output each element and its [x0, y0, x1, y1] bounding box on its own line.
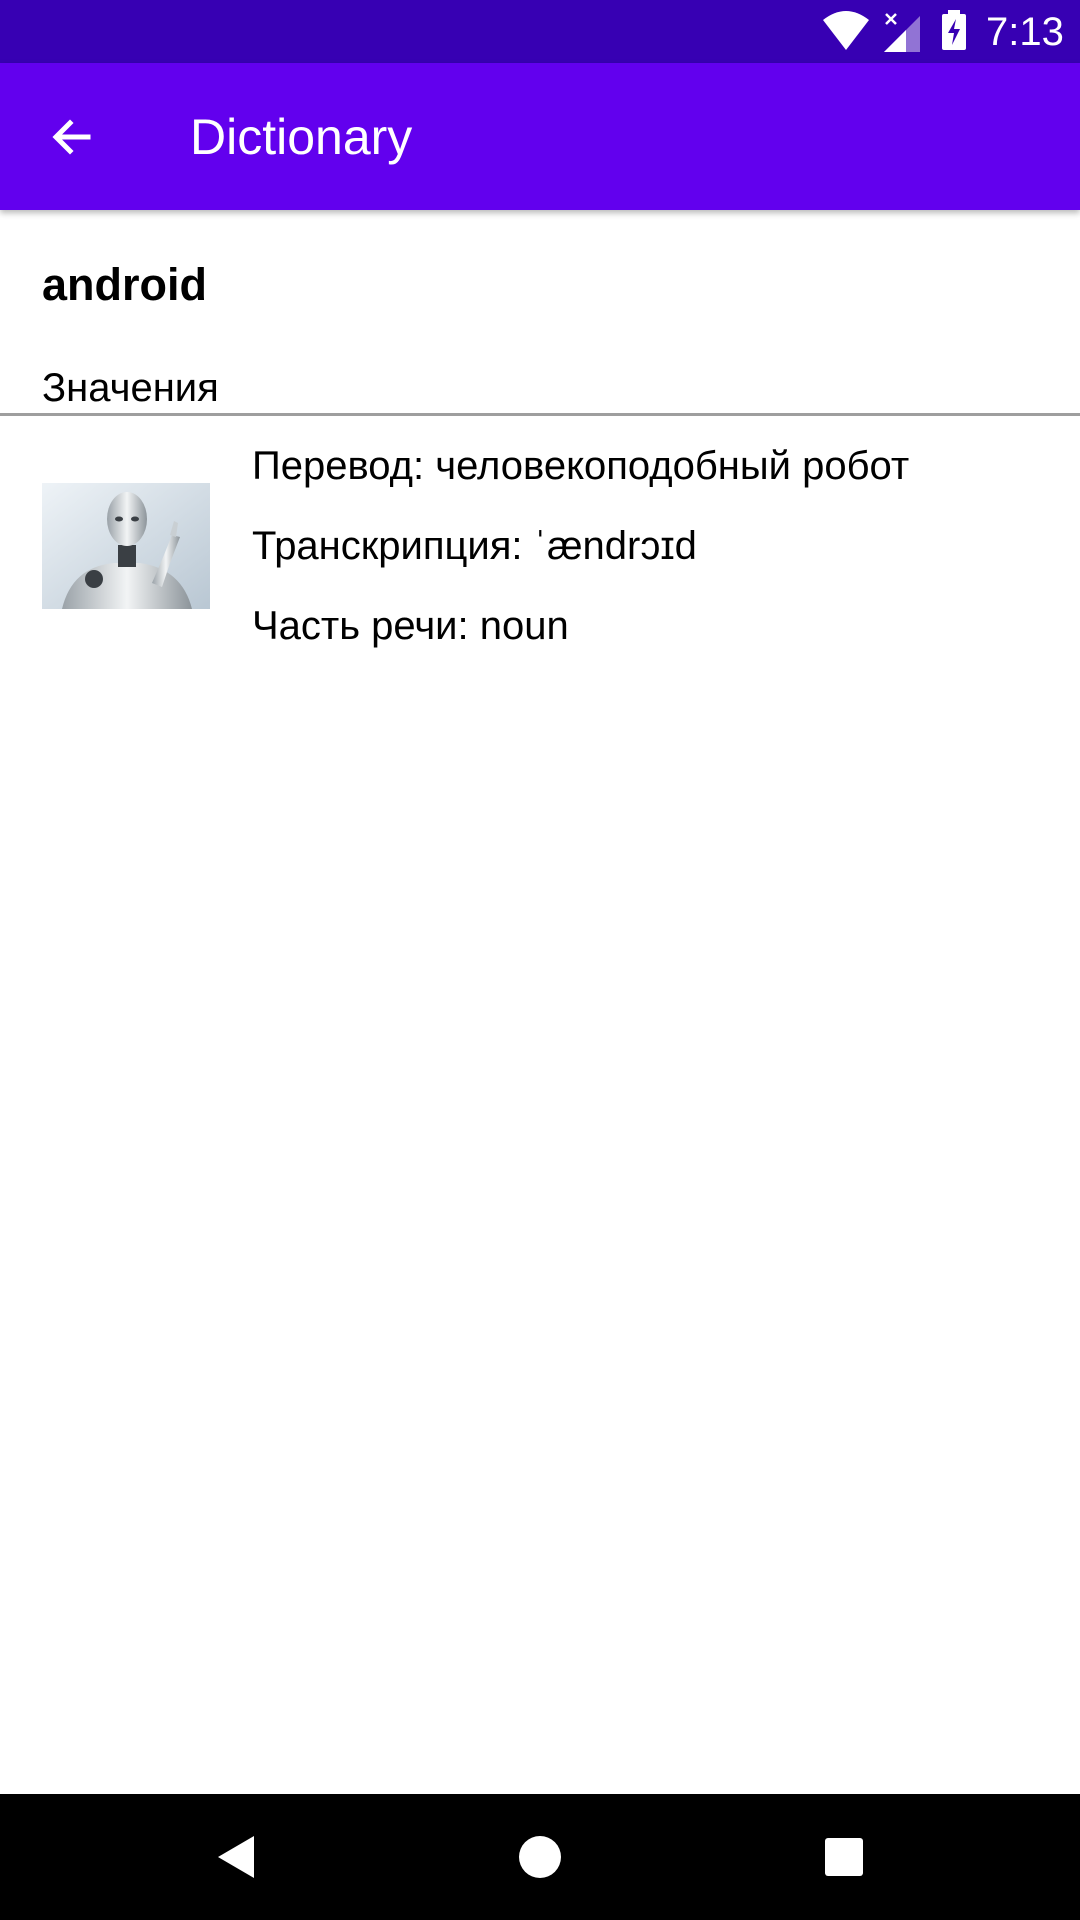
battery-charging-icon: [942, 10, 966, 50]
recents-square-icon: [825, 1838, 863, 1876]
arrow-back-icon: [52, 119, 91, 155]
nav-home-button[interactable]: [505, 1822, 575, 1892]
back-triangle-icon: [218, 1836, 254, 1878]
part-of-speech-text: Часть речи: noun: [252, 604, 569, 648]
transcription-text: Транскрипция: ˈændrɔɪd: [252, 524, 697, 568]
status-bar: 7:13: [0, 0, 1080, 63]
translation-text: Перевод: человекоподобный робот: [252, 444, 910, 488]
robot-image: [42, 483, 210, 609]
system-navigation-bar: [0, 1794, 1080, 1920]
nav-recents-button[interactable]: [809, 1822, 879, 1892]
section-divider: [0, 413, 1080, 416]
app-bar: Dictionary: [0, 63, 1080, 210]
home-circle-icon: [519, 1836, 561, 1878]
meaning-details: Перевод: человекоподобный робот Транскри…: [252, 430, 1052, 654]
status-time: 7:13: [986, 10, 1064, 54]
meanings-section-label: Значения: [42, 366, 219, 410]
cell-signal-icon: [884, 13, 920, 52]
back-button[interactable]: [30, 95, 114, 179]
word-heading: android: [42, 259, 207, 310]
meaning-list-item[interactable]: Перевод: человекоподобный робот Транскри…: [0, 430, 1080, 670]
dictionary-screen: 7:13 Dictionary android Значения Перевод…: [0, 0, 1080, 1920]
page-title: Dictionary: [190, 109, 413, 165]
nav-back-button[interactable]: [201, 1822, 271, 1892]
wifi-icon: [823, 11, 869, 50]
